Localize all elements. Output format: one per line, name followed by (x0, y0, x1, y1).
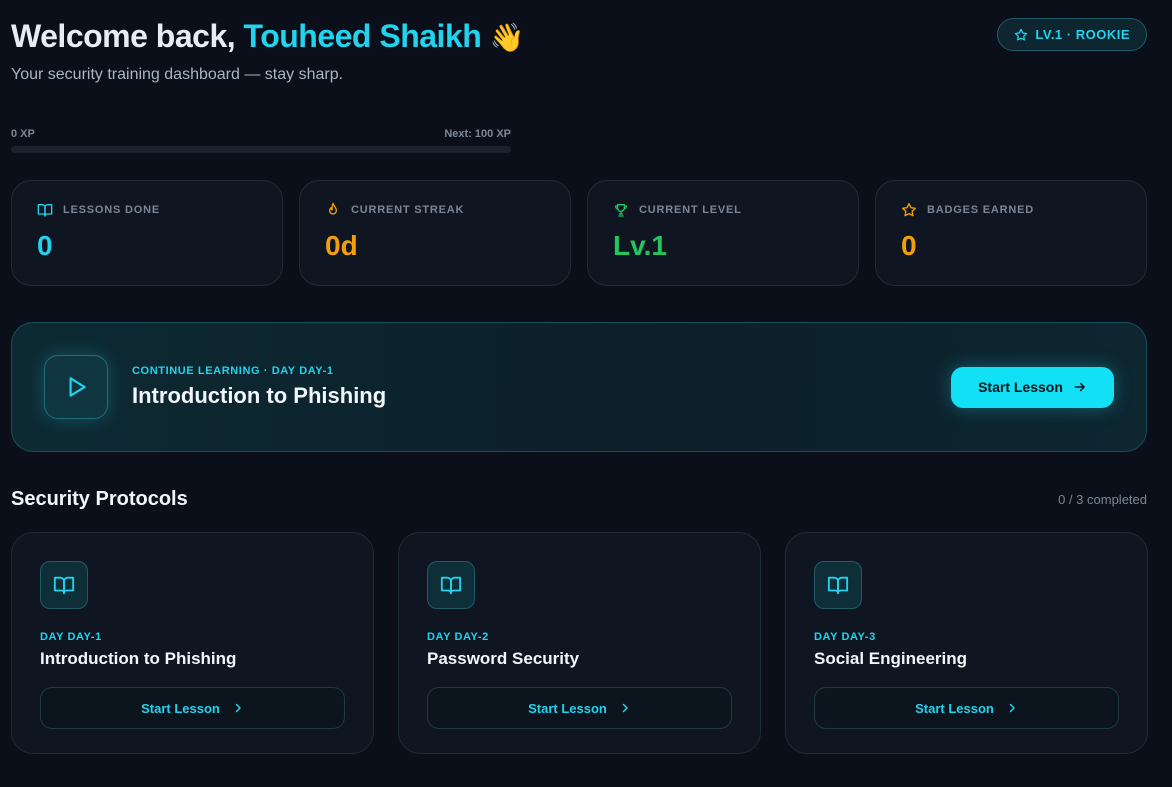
lesson-title: Introduction to Phishing (40, 649, 237, 668)
section-title: Security Protocols (11, 488, 188, 510)
xp-bar (11, 146, 511, 153)
start-lesson-button[interactable]: Start Lesson (427, 687, 732, 729)
trophy-icon (615, 204, 627, 217)
star-icon (1015, 28, 1028, 41)
play-button[interactable] (44, 355, 108, 419)
xp-progress: 0 XP Next: 100 XP (11, 128, 511, 153)
play-icon (69, 377, 86, 397)
book-open-icon (53, 576, 75, 595)
arrow-right-icon (1074, 382, 1085, 392)
flame-icon (329, 202, 337, 215)
star-icon (902, 203, 916, 217)
continue-learning-card: CONTINUE LEARNING · DAY DAY-1 Introducti… (11, 322, 1147, 452)
level-badge-label: LV.1 · ROOKIE (1035, 27, 1130, 42)
stat-value: Lv.1 (613, 230, 667, 261)
lesson-day: DAY DAY-2 (427, 631, 489, 643)
start-lesson-button[interactable]: Start Lesson (951, 366, 1114, 408)
chevron-right-icon (1009, 703, 1015, 713)
lesson-day: DAY DAY-1 (40, 631, 102, 643)
start-lesson-label: Start Lesson (528, 700, 607, 716)
stat-card-badges: BADGES EARNED 0 (875, 180, 1147, 286)
continue-kicker: CONTINUE LEARNING · DAY DAY-1 (132, 365, 334, 377)
dashboard-header: Welcome back, Touheed Shaikh 👋 Your secu… (11, 16, 1147, 153)
lesson-icon-box (427, 561, 475, 609)
lesson-title: Social Engineering (814, 649, 968, 668)
stat-card-level: CURRENT LEVEL Lv.1 (587, 180, 859, 286)
book-open-icon (440, 576, 462, 595)
level-badge: LV.1 · ROOKIE (997, 18, 1147, 51)
protocols-header: Security Protocols 0 / 3 completed (11, 488, 1147, 511)
lesson-icon-box (40, 561, 88, 609)
start-lesson-label: Start Lesson (141, 700, 220, 716)
start-lesson-label: Start Lesson (915, 700, 994, 716)
book-open-icon (37, 204, 53, 217)
stat-card-streak: CURRENT STREAK 0d (299, 180, 571, 286)
start-lesson-button[interactable]: Start Lesson (814, 687, 1119, 729)
greeting-text: Welcome back, (11, 18, 244, 54)
stat-value: 0 (901, 230, 917, 261)
stat-value: 0 (37, 230, 53, 261)
user-name: Touheed Shaikh (243, 18, 482, 54)
start-lesson-label: Start Lesson (978, 379, 1063, 395)
welcome-heading: Welcome back, Touheed Shaikh 👋 (11, 16, 1147, 58)
lesson-day: DAY DAY-3 (814, 631, 876, 643)
stats-row: LESSONS DONE 0 CURRENT STREAK 0d CURRENT… (11, 180, 1147, 286)
stat-label: LESSONS DONE (63, 204, 161, 216)
stat-label: BADGES EARNED (927, 204, 1034, 216)
chevron-right-icon (622, 703, 628, 713)
chevron-right-icon (235, 703, 241, 713)
stat-label: CURRENT STREAK (351, 204, 465, 216)
book-open-icon (827, 576, 849, 595)
lesson-card: DAY DAY-1 Introduction to Phishing Start… (11, 532, 374, 754)
waving-hand-icon: 👋 (489, 22, 525, 53)
stat-label: CURRENT LEVEL (639, 204, 742, 216)
xp-next: Next: 100 XP (444, 128, 511, 140)
dashboard-page: Welcome back, Touheed Shaikh 👋 Your secu… (11, 0, 1148, 787)
xp-current: 0 XP (11, 128, 35, 140)
start-lesson-button[interactable]: Start Lesson (40, 687, 345, 729)
lesson-card: DAY DAY-3 Social Engineering Start Lesso… (785, 532, 1148, 754)
stat-card-lessons: LESSONS DONE 0 (11, 180, 283, 286)
lesson-list: DAY DAY-1 Introduction to Phishing Start… (11, 532, 1148, 754)
lesson-title: Password Security (427, 649, 580, 668)
completion-count: 0 / 3 completed (1058, 492, 1147, 507)
lesson-card: DAY DAY-2 Password Security Start Lesson (398, 532, 761, 754)
continue-lesson-title: Introduction to Phishing (132, 383, 387, 408)
dashboard-subtitle: Your security training dashboard — stay … (11, 66, 344, 83)
lesson-icon-box (814, 561, 862, 609)
stat-value: 0d (325, 230, 358, 261)
